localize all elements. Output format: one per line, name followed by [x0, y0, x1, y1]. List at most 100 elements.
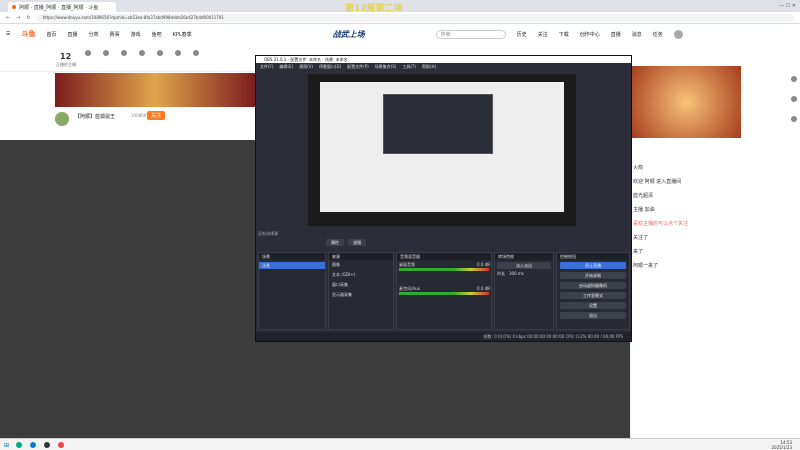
- settings-button[interactable]: 设置: [560, 302, 626, 309]
- nav-item-games[interactable]: 游戏: [131, 31, 141, 38]
- live-count: 12: [60, 52, 72, 61]
- user-item-task[interactable]: 任务: [653, 31, 663, 38]
- side-icon[interactable]: [791, 116, 797, 122]
- obs-menu-scenes[interactable]: 场景集合(S): [375, 63, 397, 70]
- start-icon[interactable]: ⊞: [4, 442, 9, 449]
- nav-item-category[interactable]: 分类: [89, 31, 99, 38]
- side-icon[interactable]: [791, 76, 797, 82]
- douyu-favicon-icon: [12, 5, 16, 9]
- mixer-meter: [399, 268, 489, 271]
- source-item[interactable]: 文本 (GDI+): [332, 272, 390, 278]
- obs-menu-file[interactable]: 文件(F): [260, 63, 273, 70]
- obs-menu-tools[interactable]: 工具(T): [402, 63, 416, 70]
- taskbar-app-icon[interactable]: [16, 442, 22, 448]
- obs-preview[interactable]: [308, 74, 576, 226]
- browser-tab-title: 阿顺 · 直播_阿顺 · 直播_阿顺 · 斗鱼: [19, 4, 99, 11]
- url-field[interactable]: https://www.douyu.com/1089656?dyshid=cb5…: [36, 13, 794, 22]
- filters-button[interactable]: 滤镜: [348, 239, 366, 246]
- forward-icon[interactable]: →: [16, 15, 20, 21]
- taskbar: ⊞ 14:53 2025/1/23: [0, 438, 800, 450]
- search-input[interactable]: 搜索: [435, 29, 506, 39]
- menu-icon[interactable]: ☰: [6, 31, 10, 37]
- chat-message: 主播 加油: [633, 207, 655, 213]
- stream-title-overlay: 第12周第二场: [345, 4, 403, 14]
- stop-streaming-button[interactable]: 停止直播: [560, 262, 626, 269]
- mixer-meter: [399, 292, 489, 295]
- taskbar-app-icon[interactable]: [58, 442, 64, 448]
- window-controls[interactable]: — ☐ ✕: [779, 3, 796, 9]
- mixer-track-db: 0.0 dB: [477, 262, 490, 267]
- mixer-track-db: 0.0 dB: [477, 286, 490, 291]
- subnav-icon-4[interactable]: [139, 50, 145, 56]
- obs-menu-view[interactable]: 视图(V): [299, 63, 313, 70]
- duration-value[interactable]: 300 ms: [509, 271, 524, 277]
- subnav-icon-7[interactable]: [193, 50, 199, 56]
- streamer-info: 【阿顺】蓝狐鼠王 10089656 关注: [55, 108, 255, 138]
- source-item[interactable]: 窗口采集: [332, 282, 390, 288]
- transitions-panel: 转场特效 淡入淡出 时长 300 ms: [494, 252, 554, 330]
- obs-menu-profile[interactable]: 配置文件(P): [347, 63, 369, 70]
- taskbar-app-icon[interactable]: [44, 442, 50, 448]
- obs-menu-help[interactable]: 帮助(H): [422, 63, 436, 70]
- nav-item-kpl[interactable]: KPL春季: [173, 31, 192, 38]
- source-item[interactable]: 显示器采集: [332, 292, 390, 298]
- user-item-follow[interactable]: 关注: [538, 31, 548, 38]
- mixer-title: 音频混音器: [397, 253, 491, 260]
- taskbar-app-icon[interactable]: [30, 442, 36, 448]
- properties-button[interactable]: 属性: [326, 239, 344, 246]
- transition-select[interactable]: 淡入淡出: [497, 262, 551, 269]
- subnav-icon-5[interactable]: [157, 50, 163, 56]
- obs-menu-edit[interactable]: 编辑(E): [279, 63, 293, 70]
- no-source-label: 没有选择源: [258, 231, 278, 236]
- chat-banner-image[interactable]: [631, 66, 741, 138]
- reload-icon[interactable]: ↻: [26, 15, 30, 21]
- scene-item[interactable]: 场景: [259, 262, 325, 269]
- chat-message: 关注了: [633, 235, 649, 241]
- nav-item-home[interactable]: 首页: [46, 31, 56, 38]
- user-item-history[interactable]: 历史: [517, 31, 527, 38]
- chat-highlight: 喜欢主播的可以点个关注: [633, 221, 689, 227]
- nav-item-live[interactable]: 直播: [68, 31, 78, 38]
- nav-item-events[interactable]: 赛事: [110, 31, 120, 38]
- exit-button[interactable]: 退出: [560, 312, 626, 319]
- obs-menubar: 文件(F) 编辑(E) 视图(V) 停靠窗口(D) 配置文件(P) 场景集合(S…: [256, 63, 631, 70]
- follow-button[interactable]: 关注: [147, 111, 166, 120]
- promo-banner[interactable]: [55, 73, 255, 107]
- duration-label: 时长: [497, 271, 505, 276]
- user-item-message[interactable]: 消息: [632, 31, 642, 38]
- back-icon[interactable]: ←: [6, 15, 10, 21]
- streamer-avatar[interactable]: [55, 112, 69, 126]
- douyu-logo[interactable]: 斗鱼: [21, 29, 35, 39]
- studio-mode-button[interactable]: 工作室模式: [560, 292, 626, 299]
- subnav-icon-6[interactable]: [175, 50, 181, 56]
- subnav-icons: [85, 50, 199, 56]
- transitions-title: 转场特效: [495, 253, 553, 260]
- scenes-panel: 场景 场景: [258, 252, 326, 330]
- controls-title: 控制按钮: [557, 253, 629, 260]
- chat-message: 欢迎 阿顺 进入直播间: [633, 179, 682, 185]
- browser-tab[interactable]: 阿顺 · 直播_阿顺 · 直播_阿顺 · 斗鱼: [8, 2, 116, 12]
- avatar[interactable]: [673, 29, 683, 39]
- controls-panel: 控制按钮 停止直播 开始录制 启动虚拟摄像机 工作室模式 设置 退出: [556, 252, 630, 330]
- header-banner-text: 战武上场: [332, 29, 365, 39]
- obs-menu-docks[interactable]: 停靠窗口(D): [319, 63, 341, 70]
- subnav-icon-3[interactable]: [121, 50, 127, 56]
- subnav-icon-1[interactable]: [85, 50, 91, 56]
- chat-message: 火箭: [633, 165, 644, 171]
- side-icon[interactable]: [791, 96, 797, 102]
- nav-item-fishbar[interactable]: 鱼吧: [152, 31, 162, 38]
- chat-messages: 火箭 欢迎 阿顺 进入直播间 蓝光超清 主播 加油 喜欢主播的可以点个关注 关注…: [633, 164, 741, 269]
- chat-message: 阿顺一来了: [633, 263, 659, 269]
- subnav-icon-2[interactable]: [103, 50, 109, 56]
- start-recording-button[interactable]: 开始录制: [560, 272, 626, 279]
- user-item-creator[interactable]: 创作中心: [580, 31, 600, 38]
- taskbar-date: 2025/1/23: [771, 445, 792, 450]
- mixer-panel: 音频混音器 桌面音频 0.0 dB 麦克风/Aux 0.0 dB: [396, 252, 492, 330]
- user-item-download[interactable]: 下载: [559, 31, 569, 38]
- sources-panel: 来源 图像 文本 (GDI+) 窗口采集 显示器采集: [328, 252, 394, 330]
- source-item[interactable]: 图像: [332, 262, 390, 268]
- user-item-live[interactable]: 直播: [611, 31, 621, 38]
- virtual-camera-button[interactable]: 启动虚拟摄像机: [560, 282, 626, 289]
- chat-message: 蓝光超清: [633, 193, 654, 199]
- obs-window: OBS 31.0.1 - 配置文件: 未命名 - 场景: 未命名 文件(F) 编…: [255, 55, 632, 342]
